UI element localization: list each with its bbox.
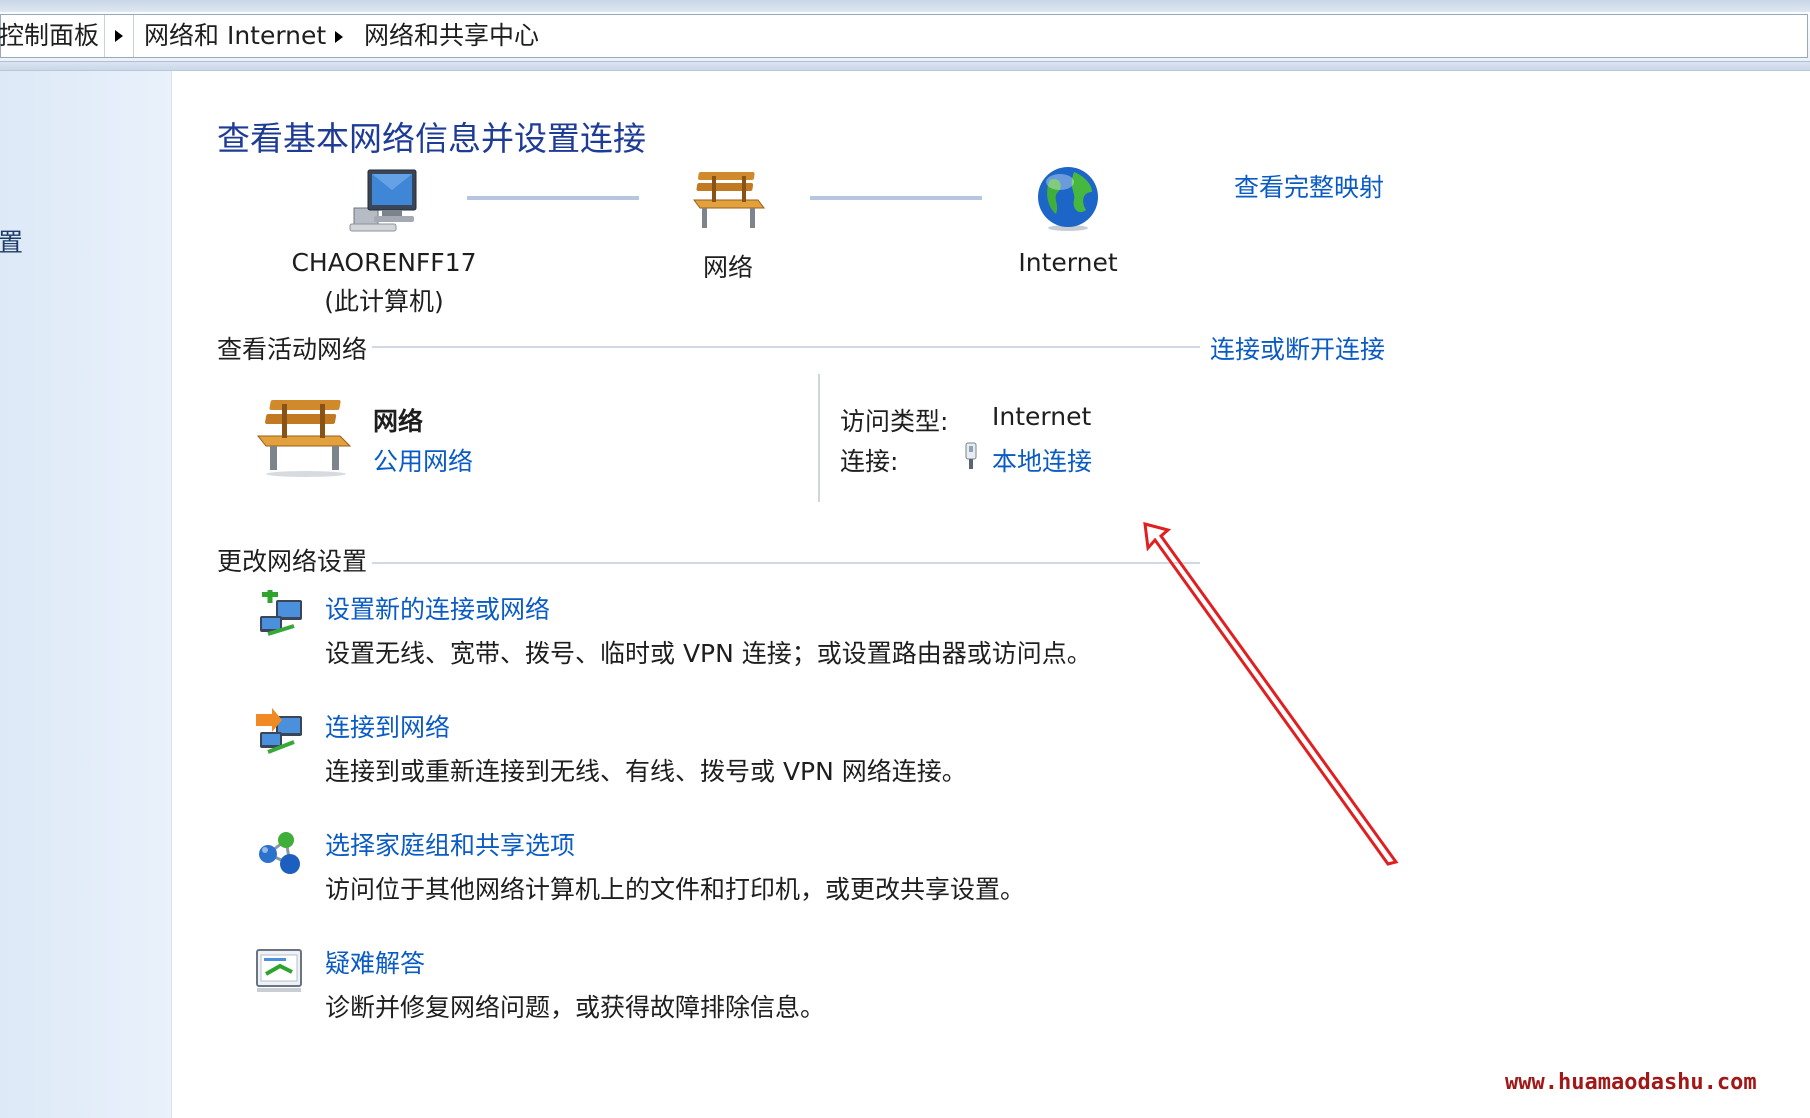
connect-to-network-desc: 连接到或重新连接到无线、有线、拨号或 VPN 网络连接。 bbox=[325, 757, 967, 786]
computer-sub-label: (此计算机) bbox=[324, 287, 444, 316]
watermark: www.huamaodashu.com bbox=[1505, 1070, 1757, 1095]
map-connector-line bbox=[467, 196, 639, 200]
homegroup-sharing-desc: 访问位于其他网络计算机上的文件和打印机，或更改共享设置。 bbox=[325, 875, 1026, 904]
breadcrumb-separator[interactable] bbox=[331, 29, 347, 45]
internet-node-label: Internet bbox=[1018, 248, 1118, 277]
vertical-divider bbox=[818, 374, 820, 502]
page-title: 查看基本网络信息并设置连接 bbox=[217, 119, 646, 158]
breadcrumb-network-internet[interactable]: 网络和 Internet bbox=[144, 21, 326, 51]
troubleshoot-desc: 诊断并修复网络问题，或获得故障排除信息。 bbox=[325, 993, 826, 1022]
section-divider bbox=[372, 562, 1200, 564]
homegroup-icon bbox=[259, 832, 300, 874]
access-type-label: 访问类型: bbox=[840, 407, 949, 436]
computer-icon[interactable] bbox=[346, 164, 422, 234]
connect-network-icon bbox=[256, 708, 302, 754]
setup-connection-link[interactable]: 设置新的连接或网络 bbox=[325, 590, 550, 626]
connection-label: 连接: bbox=[840, 447, 899, 476]
breadcrumb-separator-dropdown[interactable] bbox=[104, 15, 134, 57]
ethernet-icon bbox=[965, 442, 977, 469]
breadcrumb-control-panel[interactable]: 控制面板 bbox=[0, 21, 99, 51]
active-networks-heading: 查看活动网络 bbox=[217, 335, 368, 364]
map-connector-line bbox=[810, 196, 982, 200]
setup-connection-desc: 设置无线、宽带、拨号、临时或 VPN 连接；或设置路由器或访问点。 bbox=[325, 639, 1092, 668]
breadcrumb-sharing-center[interactable]: 网络和共享中心 bbox=[364, 21, 539, 51]
computer-name-label: CHAORENFF17 bbox=[291, 248, 477, 277]
troubleshoot-link[interactable]: 疑难解答 bbox=[325, 944, 425, 980]
change-settings-heading: 更改网络设置 bbox=[217, 547, 368, 576]
view-full-map-link[interactable]: 查看完整映射 bbox=[1234, 168, 1384, 204]
access-type-value: Internet bbox=[992, 402, 1092, 431]
bench-icon bbox=[256, 400, 352, 477]
local-connection-link[interactable]: 本地连接 bbox=[992, 442, 1092, 478]
active-network-name: 网络 bbox=[373, 407, 424, 436]
network-type-link[interactable]: 公用网络 bbox=[373, 442, 473, 478]
left-nav-pane: 置 bbox=[0, 71, 172, 1118]
breadcrumb[interactable]: 控制面板 网络和 Internet 网络和共享中心 bbox=[0, 14, 1808, 58]
window-top-strip bbox=[0, 0, 1810, 12]
bench-icon[interactable] bbox=[690, 164, 766, 234]
chevron-right-icon bbox=[115, 30, 123, 42]
connect-disconnect-link[interactable]: 连接或断开连接 bbox=[1210, 330, 1385, 366]
left-nav-item[interactable]: 置 bbox=[0, 223, 23, 259]
address-bar: 控制面板 网络和 Internet 网络和共享中心 bbox=[0, 12, 1810, 62]
chevron-right-icon bbox=[335, 31, 343, 43]
homegroup-sharing-link[interactable]: 选择家庭组和共享选项 bbox=[325, 826, 575, 862]
section-divider bbox=[372, 346, 1200, 348]
troubleshoot-icon bbox=[256, 949, 302, 992]
globe-icon[interactable] bbox=[1030, 162, 1106, 232]
network-sharing-center-window: 控制面板 网络和 Internet 网络和共享中心 置 查看基本网络信息并设置连… bbox=[0, 0, 1810, 1118]
network-node-label: 网络 bbox=[702, 253, 753, 282]
new-connection-icon bbox=[260, 590, 302, 636]
connect-to-network-link[interactable]: 连接到网络 bbox=[325, 708, 450, 744]
toolbar-strip bbox=[0, 62, 1810, 71]
